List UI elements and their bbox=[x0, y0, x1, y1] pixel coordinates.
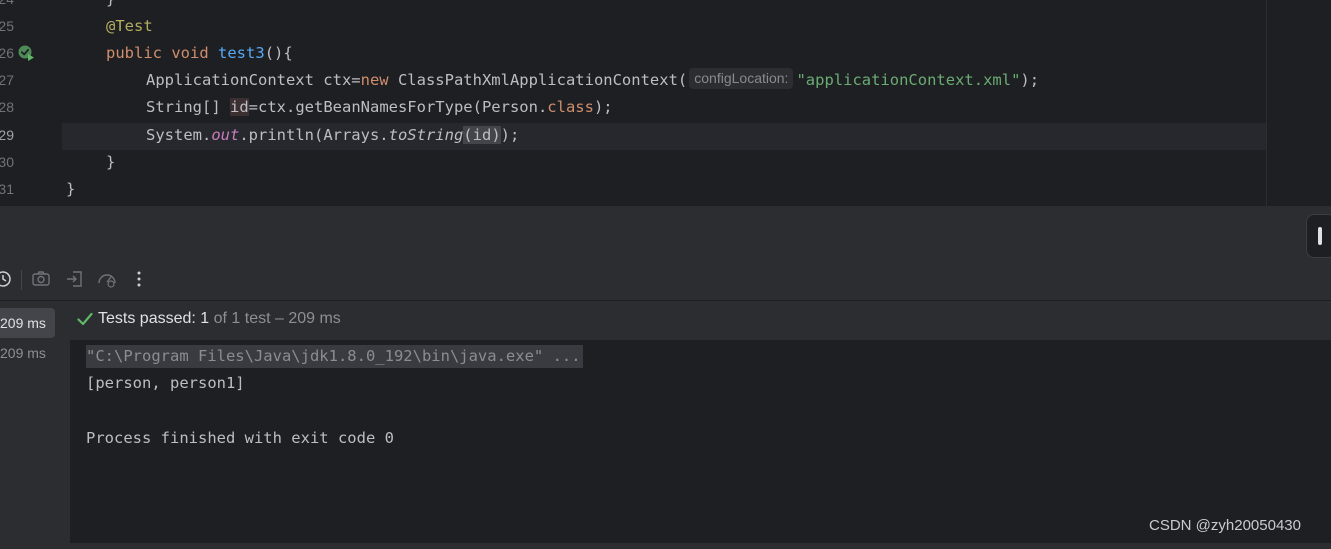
watermark: CSDN @zyh20050430 bbox=[1149, 517, 1301, 534]
matched-paren: ( bbox=[463, 126, 473, 144]
line-number-current: 29 bbox=[0, 127, 14, 143]
method-name: test3 bbox=[218, 44, 265, 62]
console-output-line: [person, person1] bbox=[86, 374, 245, 392]
speedometer-icon[interactable] bbox=[96, 268, 118, 290]
matched-paren: ) bbox=[491, 126, 501, 144]
line-number: 27 bbox=[0, 72, 14, 88]
parameter-hint: configLocation: bbox=[689, 68, 794, 89]
import-icon[interactable] bbox=[64, 268, 86, 290]
line-number: 26 bbox=[0, 45, 14, 61]
check-icon bbox=[77, 312, 93, 326]
test-status-bar: Tests passed: 1 of 1 test – 209 ms bbox=[70, 301, 1331, 340]
code-line: String[] id=ctx.getBeanNamesForType(Pers… bbox=[146, 98, 613, 116]
code-line: } bbox=[106, 0, 115, 13]
code-line: public void test3(){ bbox=[106, 44, 293, 62]
history-icon[interactable] bbox=[0, 268, 14, 290]
test-results-tree[interactable]: 209 ms 209 ms bbox=[0, 301, 70, 549]
line-number: 30 bbox=[0, 154, 14, 170]
camera-icon[interactable] bbox=[30, 268, 52, 290]
code-line: @Test bbox=[106, 13, 153, 40]
line-number: 24 bbox=[0, 0, 14, 13]
highlighted-variable: id bbox=[472, 126, 492, 144]
toolbar-separator bbox=[21, 270, 22, 290]
line-number: 25 bbox=[0, 18, 14, 34]
line-number: 31 bbox=[0, 181, 14, 197]
bottom-border bbox=[0, 543, 1331, 549]
annotation-test: @Test bbox=[106, 17, 153, 35]
test-tree-item[interactable]: 209 ms bbox=[0, 308, 55, 338]
more-vertical-icon[interactable] bbox=[128, 268, 150, 290]
test-status-text: Tests passed: 1 of 1 test – 209 ms bbox=[98, 310, 341, 327]
code-line: ApplicationContext ctx=new ClassPathXmlA… bbox=[146, 68, 1040, 89]
right-margin-guide bbox=[1266, 0, 1267, 206]
code-line: } bbox=[66, 180, 76, 198]
console-output-line: Process finished with exit code 0 bbox=[86, 429, 394, 447]
side-panel-handle[interactable] bbox=[1306, 214, 1331, 258]
test-tree-item[interactable]: 209 ms bbox=[0, 338, 46, 368]
code-line-current: System.out.println(Arrays.toString(id)); bbox=[146, 126, 520, 144]
java-command-line: "C:\Program Files\Java\jdk1.8.0_192\bin\… bbox=[86, 345, 583, 368]
panel-splitter[interactable] bbox=[0, 206, 1331, 258]
run-toolbar bbox=[0, 258, 1331, 301]
string-literal: "applicationContext.xml" bbox=[796, 71, 1021, 89]
console-panel[interactable]: Tests passed: 1 of 1 test – 209 ms "C:\P… bbox=[70, 301, 1331, 549]
test-passed-run-icon[interactable] bbox=[17, 44, 35, 62]
console-output-line: "C:\Program Files\Java\jdk1.8.0_192\bin\… bbox=[86, 343, 583, 370]
code-line: } bbox=[106, 153, 116, 171]
line-number-gutter[interactable]: 24 25 26 27 28 29 30 31 bbox=[0, 0, 62, 206]
line-number: 28 bbox=[0, 99, 14, 115]
highlighted-variable: id bbox=[230, 98, 249, 116]
code-editor[interactable]: 24 25 26 27 28 29 30 31 } @Test public v… bbox=[0, 0, 1331, 206]
